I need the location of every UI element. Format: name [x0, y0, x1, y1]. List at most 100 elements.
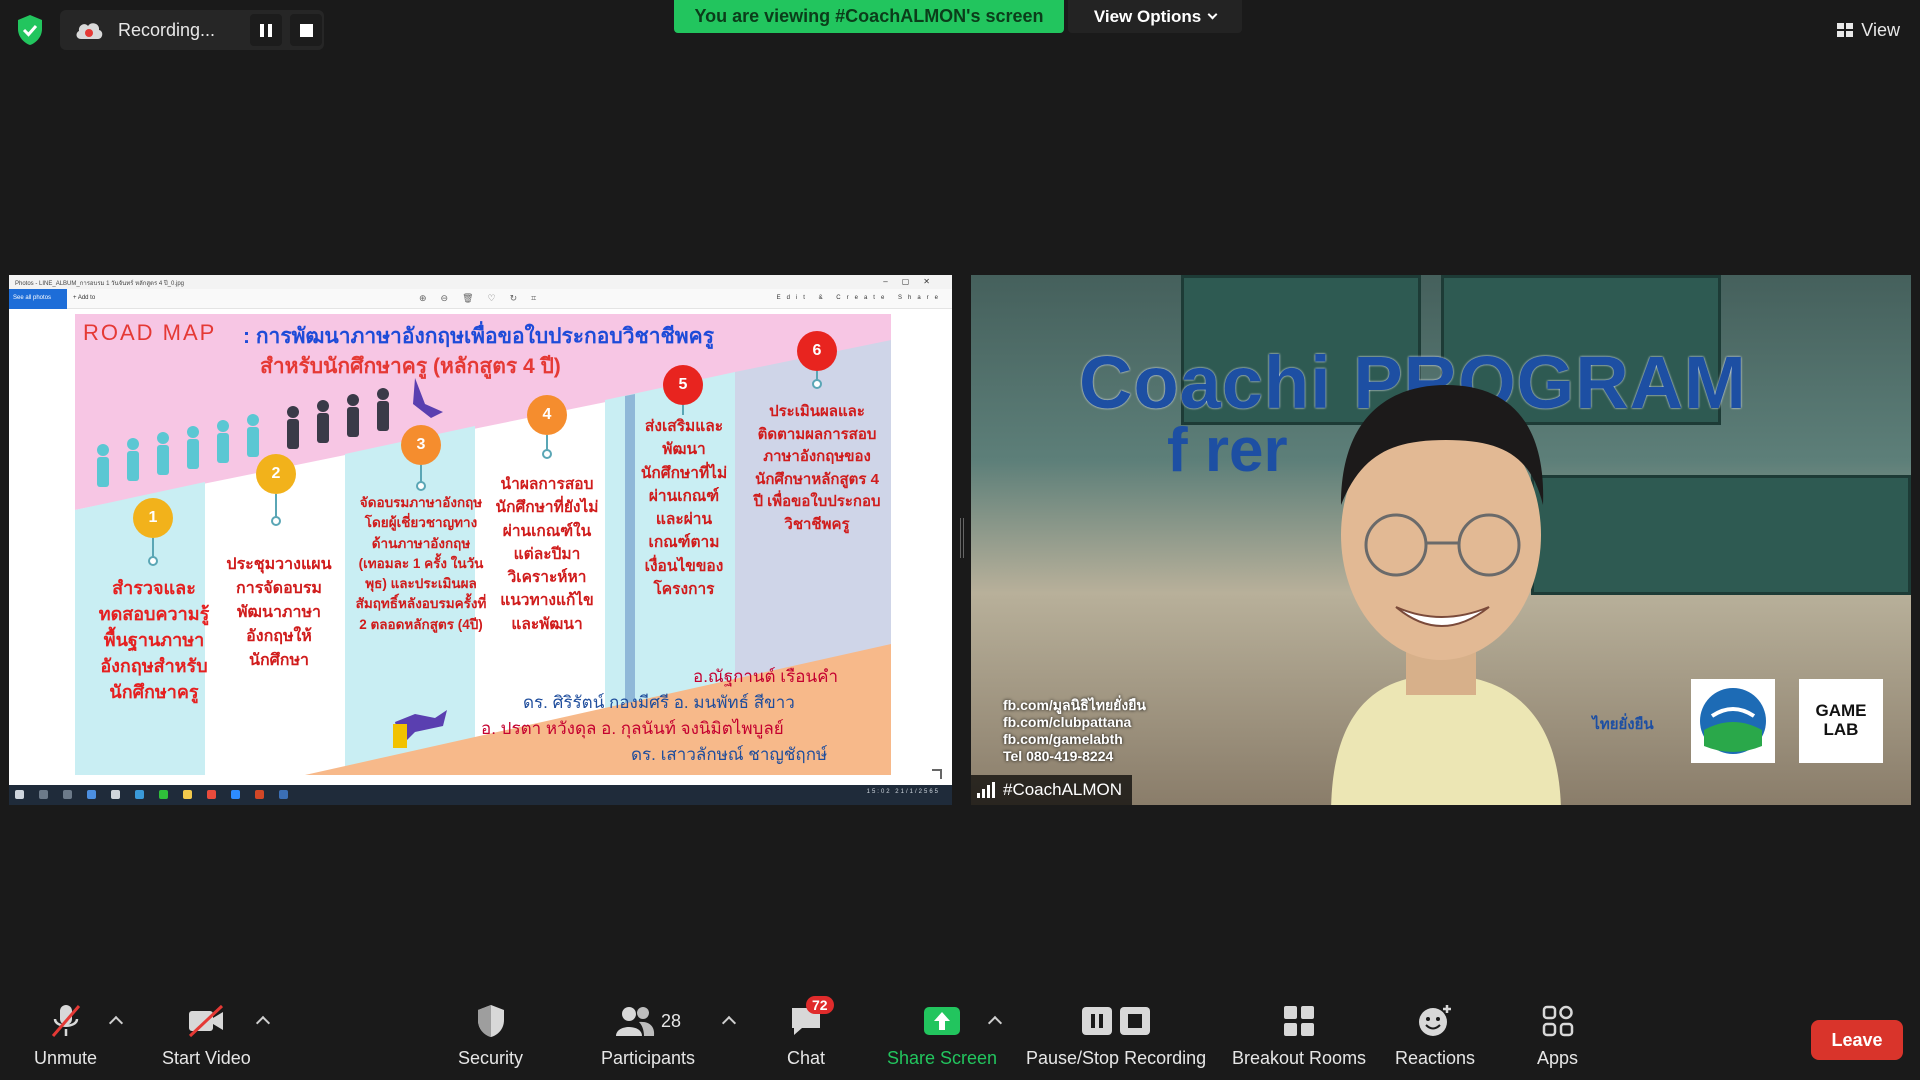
chevron-down-icon — [1207, 9, 1218, 20]
step-5-marker: 5 — [663, 365, 703, 405]
start-video-button[interactable]: Start Video — [162, 1002, 251, 1069]
zoom-meeting-window: Recording... You are viewing #CoachALMON… — [0, 0, 1920, 1080]
apps-label: Apps — [1537, 1048, 1579, 1068]
step-1-stem — [152, 538, 154, 558]
fb-link-3: fb.com/gamelabth — [1003, 731, 1123, 748]
taskbar-clock: 15:02 21/1/2565 — [866, 789, 940, 795]
step-2-stem — [275, 494, 277, 518]
reactions-button[interactable]: Reactions — [1395, 1002, 1475, 1069]
stop-recording-button[interactable] — [290, 14, 322, 46]
fb-link-1: fb.com/มูลนิธิไทยยั่งยืน — [1003, 697, 1146, 713]
participants-button[interactable]: 28 Participants — [601, 1002, 695, 1069]
contact-links: fb.com/มูลนิธิไทยยั่งยืน fb.com/clubpatt… — [1003, 697, 1146, 765]
participants-options-chevron-icon[interactable] — [721, 1015, 737, 1031]
thai-yangyuen-logo: ไทยยั่งยืน — [1583, 700, 1663, 748]
step-4-dot — [542, 449, 552, 459]
step-3-text: จัดอบรมภาษาอังกฤษ โดยผู้เชี่ยวชาญทางด้าน… — [355, 495, 487, 632]
windows-taskbar: 15:02 21/1/2565 — [9, 785, 952, 805]
step-6-marker: 6 — [797, 331, 837, 371]
photo-tool-icons: ⊕⊖🗑♡↻⌗ — [419, 293, 551, 303]
taskbar-powerpoint-icon[interactable] — [255, 790, 264, 799]
gamelab-logo-text: GAME LAB — [1815, 701, 1867, 739]
expand-icon[interactable] — [932, 769, 942, 779]
taskbar-taskview-icon[interactable] — [63, 790, 72, 799]
taskbar-app-icon[interactable] — [87, 790, 96, 799]
taskbar-line-icon[interactable] — [159, 790, 168, 799]
step-4-text: นำผลการสอบนักศึกษาที่ยังไม่ผ่านเกณฑ์ในแต… — [495, 476, 599, 633]
meeting-controls-toolbar: Unmute Start Video Security 28 Participa… — [0, 990, 1920, 1080]
share-photo-button[interactable]: Share — [898, 295, 944, 301]
chat-button[interactable]: 72 Chat — [787, 996, 834, 1069]
step-6-text: ประเมินผลและติดตามผลการสอบภาษาอังกฤษของน… — [753, 403, 881, 533]
participants-label: Participants — [601, 1048, 696, 1068]
view-button[interactable]: View — [1837, 14, 1900, 46]
encryption-shield-icon[interactable] — [16, 14, 44, 46]
breakout-rooms-label: Breakout Rooms — [1232, 1048, 1367, 1068]
step-1-marker: 1 — [133, 498, 173, 538]
chat-bubble-icon: 72 — [788, 996, 834, 1040]
video-off-icon — [186, 1002, 226, 1040]
video-options-chevron-icon[interactable] — [255, 1015, 271, 1031]
security-shield-icon — [475, 1002, 507, 1040]
security-label: Security — [458, 1048, 524, 1068]
share-screen-label: Share Screen — [887, 1048, 998, 1068]
cloud-recording-icon — [76, 23, 103, 39]
edit-create-button[interactable]: Edit & Create — [777, 295, 891, 301]
unmute-button[interactable]: Unmute — [34, 1002, 97, 1069]
slide-title-main: : การพัฒนาภาษาอังกฤษเพื่อขอใบประกอบวิชาช… — [243, 325, 714, 348]
taskbar-chrome-icon[interactable] — [207, 790, 216, 799]
taskbar-app-icon[interactable] — [111, 790, 120, 799]
presenter-names-2: ดร. ศิริรัตน์ กองมีศรี อ. มนพัทธ์ สีขาว — [523, 693, 795, 712]
presenter-names-3: อ. ปรตา หวังดุล อ. กุลนันท์ จงนิมิตไพบูล… — [481, 719, 784, 738]
participant-video-tile[interactable]: Coachi PROGRAM f rer fb.com/มูลนิธิไทยยั… — [971, 275, 1911, 805]
see-all-photos-button[interactable]: See all photos — [9, 289, 67, 309]
view-options-label: View Options — [1093, 6, 1202, 26]
recording-label: Recording... — [118, 19, 216, 40]
pause-recording-button[interactable] — [250, 14, 282, 46]
gallery-view-icon — [1837, 23, 1854, 37]
leave-meeting-button[interactable]: Leave — [1811, 1020, 1903, 1060]
breakout-rooms-icon — [1282, 1002, 1316, 1040]
split-view-divider-handle[interactable] — [960, 518, 964, 558]
audio-options-chevron-icon[interactable] — [108, 1015, 124, 1031]
fb-link-2: fb.com/clubpattana — [1003, 714, 1132, 731]
view-options-button[interactable]: View Options — [1068, 0, 1242, 33]
presenter-names-4: ดร. เสาวลักษณ์ ชาญชัฤกษ์ — [631, 745, 828, 764]
step-2-dot — [271, 516, 281, 526]
step-2-marker: 2 — [256, 454, 296, 494]
photo-toolbar-right: Edit & Create Share — [777, 295, 944, 301]
step-5-stem — [682, 405, 684, 415]
thai-yangyuen-logo-text: ไทยยั่งยืน — [1592, 716, 1654, 733]
add-to-button[interactable]: + Add to — [73, 295, 95, 301]
viewing-screen-banner: You are viewing #CoachALMON's screen — [674, 0, 1064, 33]
window-controls: –▢✕ — [883, 277, 944, 286]
muted-microphone-icon — [49, 1002, 83, 1040]
taskbar-folder-icon[interactable] — [183, 790, 192, 799]
step-6-dot — [812, 379, 822, 389]
foundation-logo — [1691, 679, 1775, 763]
view-label: View — [1861, 19, 1900, 40]
step-4-marker: 4 — [527, 395, 567, 435]
participants-icon: 28 — [615, 1002, 681, 1040]
taskbar-photos-icon[interactable] — [279, 790, 288, 799]
breakout-rooms-button[interactable]: Breakout Rooms — [1232, 1002, 1366, 1069]
windows-start-icon[interactable] — [15, 790, 24, 799]
recording-indicator: Recording... — [60, 10, 324, 50]
photos-app-toolbar: See all photos + Add to ⊕⊖🗑♡↻⌗ Edit & Cr… — [9, 289, 952, 309]
step-3-dot — [416, 481, 426, 491]
slide-title-sub: สำหรับนักศึกษาครู (หลักสูตร 4 ปี) — [260, 355, 561, 378]
start-video-label: Start Video — [162, 1048, 251, 1068]
share-screen-button[interactable]: Share Screen — [887, 1002, 997, 1069]
apps-button[interactable]: Apps — [1537, 1002, 1578, 1069]
taskbar-zoom-icon[interactable] — [231, 790, 240, 799]
taskbar-search-icon[interactable] — [39, 790, 48, 799]
chat-unread-badge: 72 — [806, 996, 834, 1014]
foundation-logo-icon — [1700, 688, 1766, 754]
participant-name-tag: #CoachALMON — [971, 775, 1133, 805]
step-5-text: ส่งเสริมและพัฒนานักศึกษาที่ไม่ผ่านเกณฑ์แ… — [640, 418, 728, 598]
security-button[interactable]: Security — [458, 1002, 523, 1069]
shared-screen-panel[interactable]: Photos - LINE_ALBUM_การอบรม 1 วันจันทร์ … — [9, 275, 952, 805]
pause-stop-recording-button[interactable]: Pause/Stop Recording — [1026, 1002, 1206, 1069]
photos-app-titlebar: Photos - LINE_ALBUM_การอบรม 1 วันจันทร์ … — [9, 275, 952, 289]
taskbar-app-icon[interactable] — [135, 790, 144, 799]
